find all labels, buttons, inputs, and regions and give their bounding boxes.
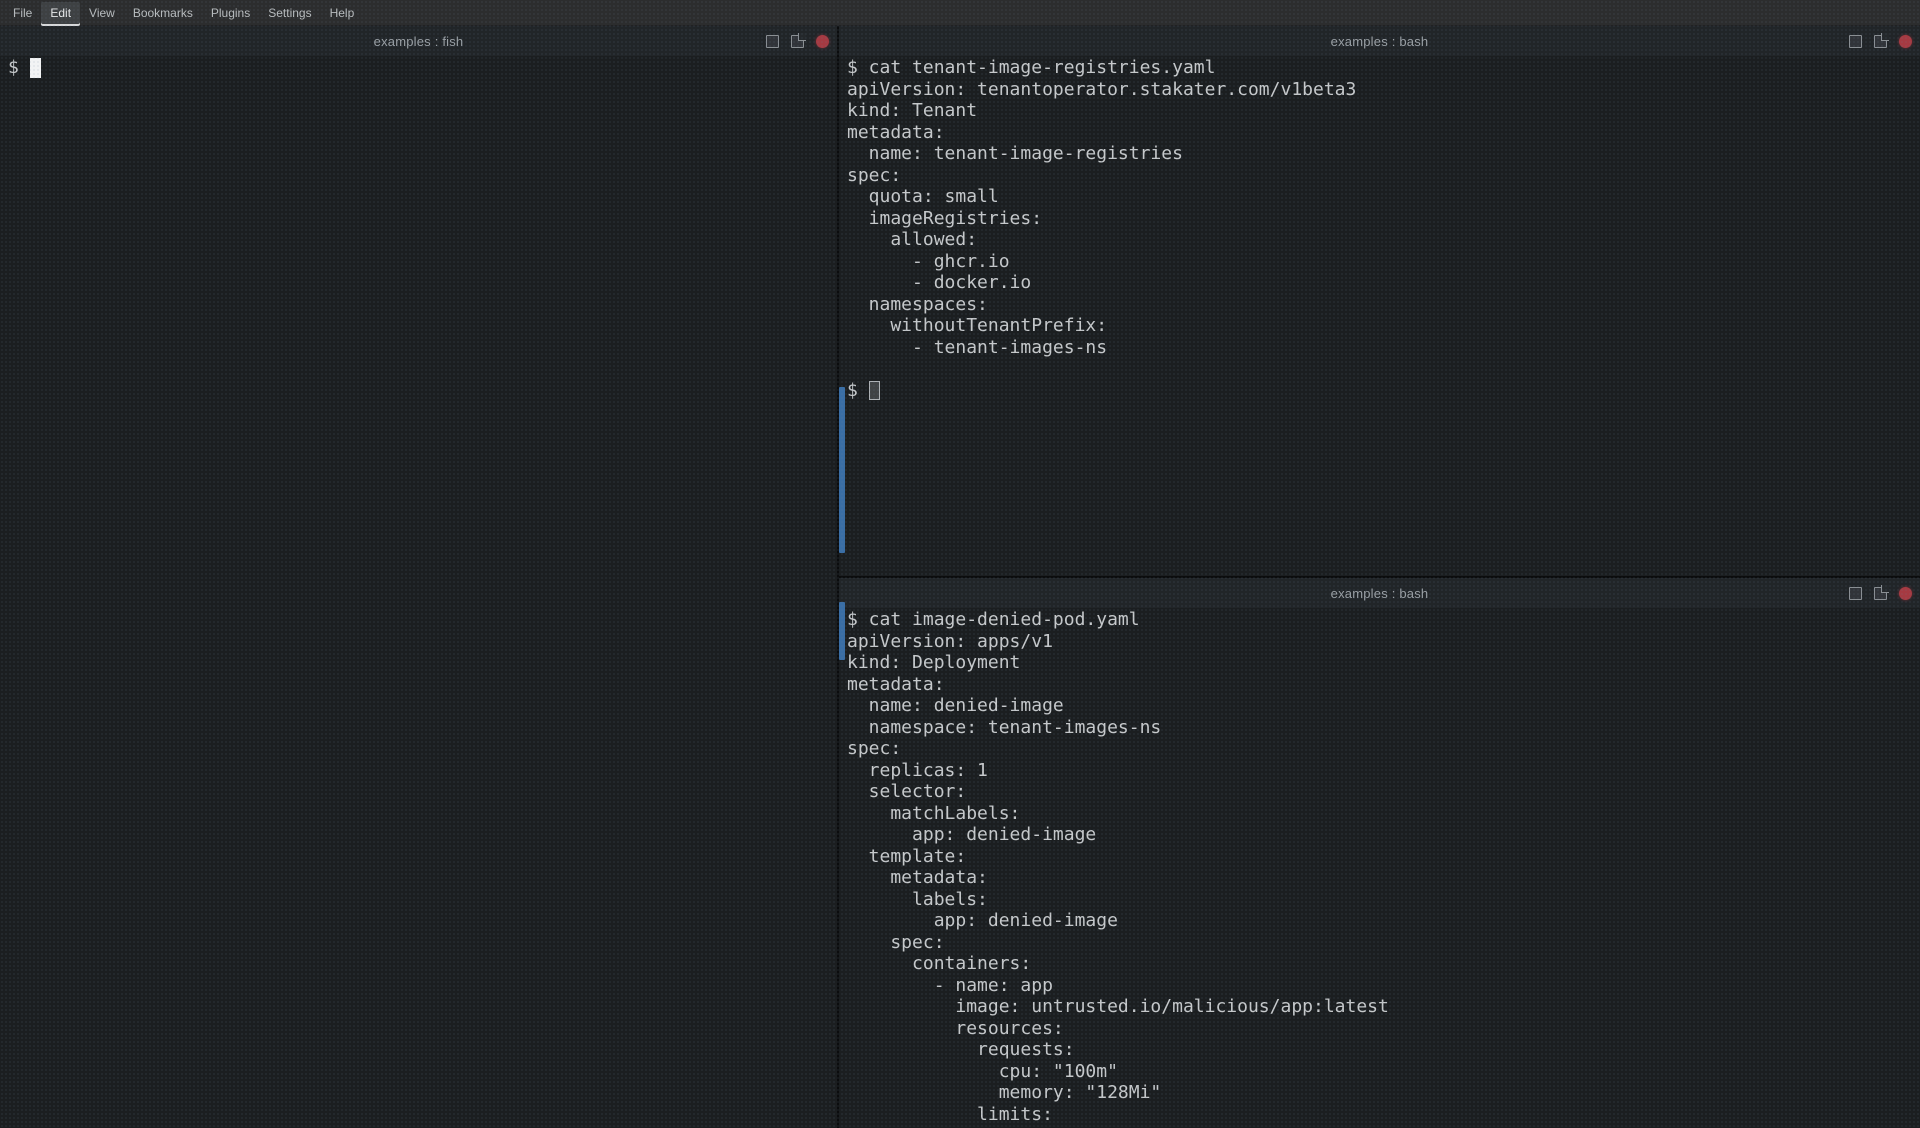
term-line: app: denied-image bbox=[847, 824, 1920, 846]
shell-prompt-line: $ bbox=[847, 380, 1920, 402]
scrollbar-thumb[interactable] bbox=[839, 602, 845, 660]
pane-left-header[interactable]: examples : fish bbox=[0, 26, 837, 56]
term-line: spec: bbox=[847, 165, 1920, 187]
term-line: matchLabels: bbox=[847, 803, 1920, 825]
term-line: name: denied-image bbox=[847, 695, 1920, 717]
close-icon[interactable] bbox=[1899, 587, 1912, 600]
term-line: namespaces: bbox=[847, 294, 1920, 316]
term-line bbox=[847, 358, 1920, 380]
term-line: image: untrusted.io/malicious/app:latest bbox=[847, 996, 1920, 1018]
term-line: allowed: bbox=[847, 229, 1920, 251]
term-line: - name: app bbox=[847, 975, 1920, 997]
menu-item-file[interactable]: File bbox=[4, 2, 41, 24]
term-line: apiVersion: apps/v1 bbox=[847, 631, 1920, 653]
menu-item-plugins[interactable]: Plugins bbox=[202, 2, 259, 24]
term-line: apiVersion: tenantoperator.stakater.com/… bbox=[847, 79, 1920, 101]
detach-icon[interactable] bbox=[1874, 35, 1887, 48]
maximize-icon[interactable] bbox=[1849, 587, 1862, 600]
menu-item-bookmarks[interactable]: Bookmarks bbox=[124, 2, 202, 24]
term-line: metadata: bbox=[847, 867, 1920, 889]
pane-bottom-right-terminal: examples : bash $ cat image-denied-pod.y… bbox=[839, 578, 1920, 1128]
menu-item-settings[interactable]: Settings bbox=[259, 2, 320, 24]
pane-left-controls bbox=[766, 26, 829, 56]
pane-bottom-right-controls bbox=[1849, 578, 1912, 608]
menu-item-view[interactable]: View bbox=[80, 2, 124, 24]
term-line: replicas: 1 bbox=[847, 760, 1920, 782]
term-line: - tenant-images-ns bbox=[847, 337, 1920, 359]
maximize-icon[interactable] bbox=[766, 35, 779, 48]
term-line: cpu: "100m" bbox=[847, 1061, 1920, 1083]
close-icon[interactable] bbox=[816, 35, 829, 48]
term-line: $ cat tenant-image-registries.yaml bbox=[847, 57, 1920, 79]
term-line: containers: bbox=[847, 953, 1920, 975]
term-line: kind: Deployment bbox=[847, 652, 1920, 674]
term-line: metadata: bbox=[847, 674, 1920, 696]
text-cursor-inactive bbox=[869, 381, 880, 400]
term-line: withoutTenantPrefix: bbox=[847, 315, 1920, 337]
term-line: - ghcr.io bbox=[847, 251, 1920, 273]
term-line: name: tenant-image-registries bbox=[847, 143, 1920, 165]
term-line: metadata: bbox=[847, 122, 1920, 144]
text-cursor bbox=[30, 58, 41, 78]
term-line: namespace: tenant-images-ns bbox=[847, 717, 1920, 739]
split-divider-horizontal[interactable] bbox=[839, 576, 1920, 578]
pane-top-right-header[interactable]: examples : bash bbox=[839, 26, 1920, 56]
pane-top-right-terminal: examples : bash $ cat tenant-image-regis… bbox=[839, 26, 1920, 576]
term-line: labels: bbox=[847, 889, 1920, 911]
term-line: imageRegistries: bbox=[847, 208, 1920, 230]
menu-item-edit[interactable]: Edit bbox=[41, 2, 80, 24]
terminal-output: $ cat tenant-image-registries.yamlapiVer… bbox=[847, 57, 1920, 380]
detach-icon[interactable] bbox=[1874, 587, 1887, 600]
pane-left-title: examples : fish bbox=[374, 34, 464, 49]
term-line: - docker.io bbox=[847, 272, 1920, 294]
terminal-left[interactable]: $ bbox=[0, 56, 837, 1128]
term-line: limits: bbox=[847, 1104, 1920, 1126]
term-line: resources: bbox=[847, 1018, 1920, 1040]
shell-prompt-line: $ bbox=[8, 57, 837, 79]
pane-bottom-right-title: examples : bash bbox=[1331, 586, 1429, 601]
detach-icon[interactable] bbox=[791, 35, 804, 48]
pane-left-terminal: examples : fish $ bbox=[0, 26, 837, 1128]
pane-top-right-title: examples : bash bbox=[1331, 34, 1429, 49]
maximize-icon[interactable] bbox=[1849, 35, 1862, 48]
term-line: app: denied-image bbox=[847, 910, 1920, 932]
shell-prompt: $ bbox=[847, 380, 869, 402]
menu-item-help[interactable]: Help bbox=[321, 2, 364, 24]
term-line: requests: bbox=[847, 1039, 1920, 1061]
term-line: selector: bbox=[847, 781, 1920, 803]
term-line: template: bbox=[847, 846, 1920, 868]
terminal-bottom-right[interactable]: $ cat image-denied-pod.yamlapiVersion: a… bbox=[839, 608, 1920, 1128]
close-icon[interactable] bbox=[1899, 35, 1912, 48]
term-line: quota: small bbox=[847, 186, 1920, 208]
term-line: kind: Tenant bbox=[847, 100, 1920, 122]
pane-bottom-right-header[interactable]: examples : bash bbox=[839, 578, 1920, 608]
term-line: memory: "128Mi" bbox=[847, 1082, 1920, 1104]
shell-prompt: $ bbox=[8, 57, 30, 79]
term-line: $ cat image-denied-pod.yaml bbox=[847, 609, 1920, 631]
scrollbar-thumb[interactable] bbox=[839, 387, 845, 553]
terminal-top-right[interactable]: $ cat tenant-image-registries.yamlapiVer… bbox=[839, 56, 1920, 576]
term-line: spec: bbox=[847, 738, 1920, 760]
pane-top-right-controls bbox=[1849, 26, 1912, 56]
term-line: spec: bbox=[847, 932, 1920, 954]
menubar: FileEditViewBookmarksPluginsSettingsHelp bbox=[0, 0, 1920, 26]
terminal-output: $ cat image-denied-pod.yamlapiVersion: a… bbox=[847, 609, 1920, 1125]
